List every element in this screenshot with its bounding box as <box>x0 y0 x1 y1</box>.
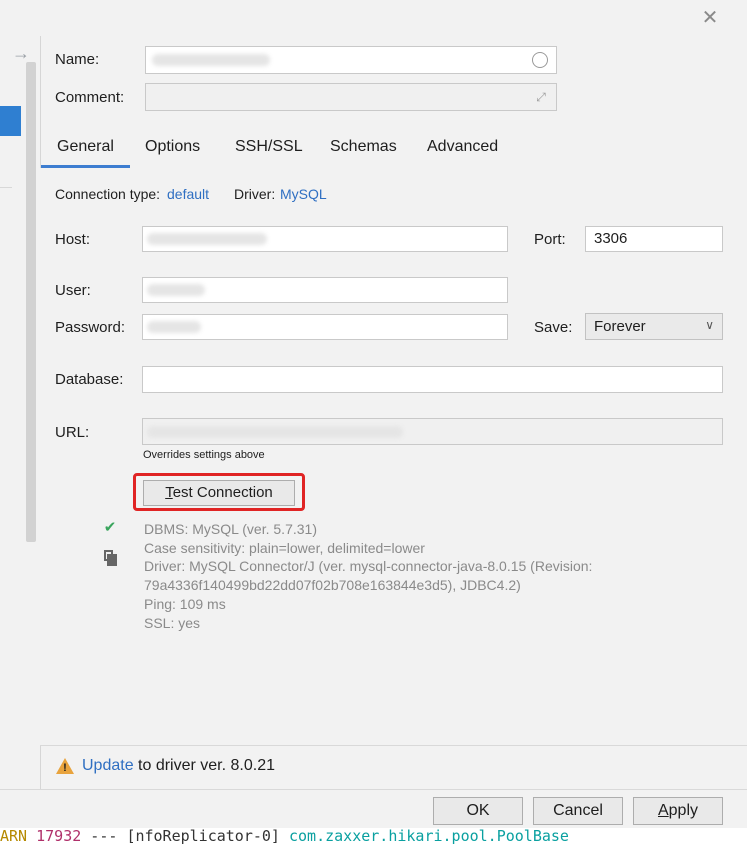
comment-input[interactable]: ⤢ <box>145 83 557 111</box>
host-label: Host: <box>55 231 91 248</box>
console-level: ARN <box>0 828 28 845</box>
name-label: Name: <box>55 51 100 68</box>
comment-label: Comment: <box>55 89 125 106</box>
arrow-right-icon[interactable]: → <box>10 42 32 64</box>
result-driver: Driver: MySQL Connector/J (ver. mysql-co… <box>144 558 593 574</box>
divider <box>0 187 12 188</box>
ok-button[interactable]: OK <box>433 797 523 825</box>
apply-button[interactable]: Apply <box>633 797 723 825</box>
console-thread: [nfoReplicator-0] <box>126 828 280 845</box>
host-input[interactable] <box>142 226 508 252</box>
test-connection-button[interactable]: Test Connection <box>143 480 295 506</box>
bottom-divider <box>0 789 747 790</box>
update-message: Update to driver ver. 8.0.21 <box>82 757 275 775</box>
port-input[interactable]: 3306 <box>585 226 723 252</box>
save-label: Save: <box>534 319 573 336</box>
result-ping: Ping: 109 ms <box>144 596 226 612</box>
url-hint: Overrides settings above <box>143 449 265 461</box>
save-dropdown[interactable]: Forever ∨ <box>585 313 723 340</box>
tab-general[interactable]: General <box>41 132 130 168</box>
expand-icon[interactable]: ⤢ <box>532 88 550 106</box>
database-input[interactable] <box>142 366 723 393</box>
chevron-down-icon: ∨ <box>705 318 714 332</box>
tab-schemas[interactable]: Schemas <box>314 132 413 168</box>
redacted-text <box>147 321 201 333</box>
result-driver-cont: 79a4336f140499bd22dd07f02b708e163844e3d5… <box>144 577 521 593</box>
result-dbms: DBMS: MySQL (ver. 5.7.31) <box>144 521 317 537</box>
save-value: Forever <box>594 318 646 335</box>
update-link[interactable]: Update <box>82 757 134 774</box>
redacted-text <box>147 426 403 438</box>
user-label: User: <box>55 282 91 299</box>
driver-link[interactable]: MySQL <box>280 186 327 202</box>
console-separator: --- <box>81 828 127 845</box>
cancel-button[interactable]: Cancel <box>533 797 623 825</box>
tab-advanced[interactable]: Advanced <box>411 132 514 168</box>
result-case: Case sensitivity: plain=lower, delimited… <box>144 540 425 556</box>
port-label: Port: <box>534 231 566 248</box>
close-icon[interactable]: ✕ <box>700 8 720 28</box>
redacted-text <box>147 284 205 296</box>
url-input[interactable] <box>142 418 723 445</box>
tab-ssh-ssl[interactable]: SSH/SSL <box>219 132 319 168</box>
update-text: to driver ver. 8.0.21 <box>133 757 275 774</box>
footer-divider <box>40 745 747 746</box>
console-pid: 17932 <box>36 828 82 845</box>
redacted-text <box>147 233 267 245</box>
driver-label: Driver: <box>234 186 276 202</box>
password-label: Password: <box>55 319 126 336</box>
warning-icon: ! <box>56 758 74 774</box>
circle-icon[interactable] <box>532 52 548 68</box>
redacted-text <box>152 54 270 66</box>
port-value: 3306 <box>594 230 628 247</box>
copy-icon[interactable] <box>101 549 119 567</box>
database-label: Database: <box>55 371 124 388</box>
result-ssl: SSL: yes <box>144 615 201 631</box>
check-icon: ✔ <box>103 519 117 536</box>
connection-type-link[interactable]: default <box>167 186 209 202</box>
left-scrollbar[interactable] <box>26 62 36 542</box>
console-output: ARN 17932 --- [nfoReplicator-0] com.zaxx… <box>0 828 747 845</box>
tab-options[interactable]: Options <box>129 132 216 168</box>
selected-item-marker <box>0 106 21 136</box>
console-logger: com.zaxxer.hikari.pool.PoolBase <box>289 828 569 845</box>
tab-bar: General Options SSH/SSL Schemas Advanced <box>40 132 747 169</box>
url-label: URL: <box>55 424 90 441</box>
connection-type-label: Connection type: <box>55 186 161 202</box>
name-input[interactable] <box>145 46 557 74</box>
user-input[interactable] <box>142 277 508 303</box>
dialog-titlebar <box>40 0 747 36</box>
password-input[interactable] <box>142 314 508 340</box>
